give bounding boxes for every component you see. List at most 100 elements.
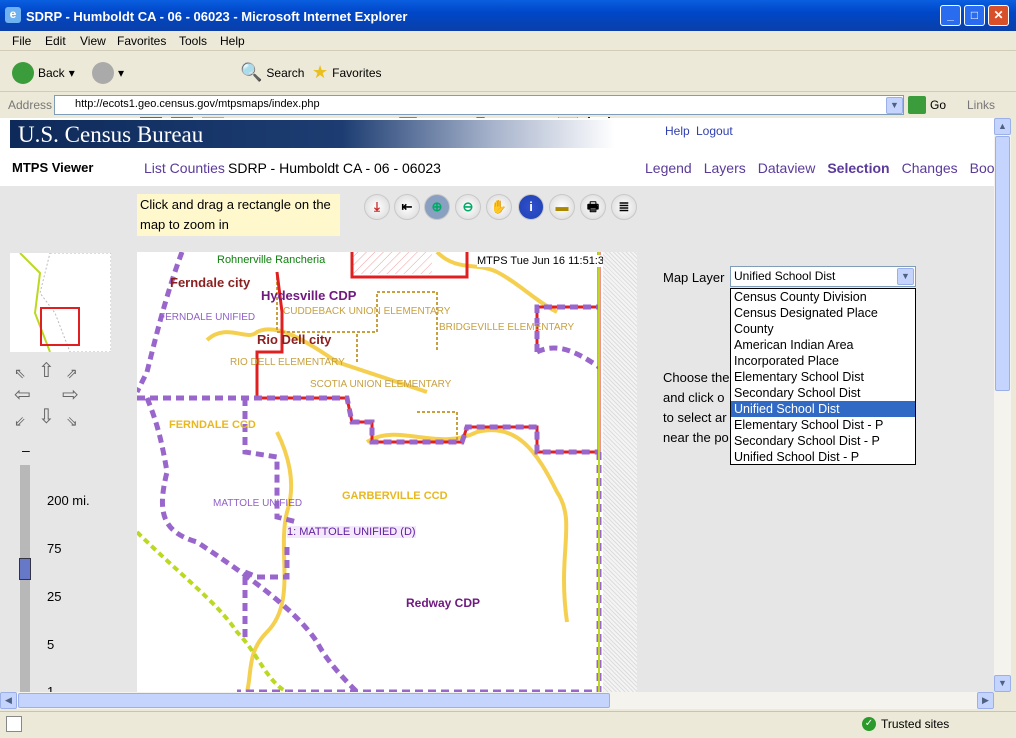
print-map-tool[interactable]: 🖶: [580, 194, 606, 220]
report-tool[interactable]: ≣: [611, 194, 637, 220]
option-county[interactable]: County: [731, 321, 915, 337]
menu-edit[interactable]: Edit: [45, 34, 66, 48]
map-timestamp: MTPS Tue Jun 16 11:51:34 2009: [477, 255, 603, 267]
map-label: CUDDEBACK UNION ELEMENTARY: [283, 306, 451, 317]
pan-southeast-icon[interactable]: ⇘: [66, 410, 78, 432]
option-unified-school-dist-p[interactable]: Unified School Dist - P: [731, 449, 915, 465]
location-title: SDRP - Humboldt CA - 06 - 06023: [228, 160, 441, 176]
option-elementary-school-dist-p[interactable]: Elementary School Dist - P: [731, 417, 915, 433]
menu-view[interactable]: View: [80, 34, 106, 48]
tab-layers[interactable]: Layers: [704, 160, 746, 176]
pan-east-icon[interactable]: ⇨: [62, 384, 79, 406]
instruction-line: near the po: [663, 430, 729, 445]
address-url: http://ecots1.geo.census.gov/mtpsmaps/in…: [75, 98, 320, 110]
forward-button[interactable]: ▾: [92, 62, 124, 84]
page-content: U.S. Census Bureau Help Logout MTPS View…: [0, 118, 994, 692]
pan-north-icon[interactable]: ⇧: [38, 360, 55, 382]
banner-title: U.S. Census Bureau: [18, 122, 204, 147]
vertical-scroll-thumb[interactable]: [995, 136, 1010, 391]
title-bar: SDRP - Humboldt CA - 06 - 06023 - Micros…: [0, 0, 1016, 31]
tab-bookmarks[interactable]: Bookn: [970, 160, 994, 176]
pan-southwest-icon[interactable]: ⇙: [14, 410, 26, 432]
pan-west-icon[interactable]: ⇦: [14, 384, 31, 406]
tab-changes[interactable]: Changes: [902, 160, 958, 176]
address-dropdown[interactable]: ▼: [886, 97, 903, 114]
option-census-county-division[interactable]: Census County Division: [731, 289, 915, 305]
pan-south-icon[interactable]: ⇩: [38, 406, 55, 428]
horizontal-scrollbar[interactable]: ◀ ▶: [0, 692, 994, 709]
back-button[interactable]: Back ▾: [12, 62, 75, 84]
favorites-button[interactable]: ★ Favorites: [312, 62, 382, 83]
hint-box: Click and drag a rectangle on the map to…: [137, 194, 340, 236]
chevron-down-icon[interactable]: ▼: [897, 268, 914, 285]
tab-legend[interactable]: Legend: [645, 160, 692, 176]
list-counties-link[interactable]: List Counties: [144, 160, 225, 176]
links-button[interactable]: Links: [967, 98, 995, 112]
check-icon: ✓: [862, 717, 876, 731]
overview-map[interactable]: [10, 253, 111, 352]
map-canvas[interactable]: Rohnerville Rancheria MTPS Tue Jun 16 11…: [137, 252, 603, 692]
scroll-right-button[interactable]: ▶: [977, 692, 994, 709]
scale-label: 5: [47, 637, 55, 652]
scale-label: 200 mi.: [47, 493, 90, 508]
address-bar: Address http://ecots1.geo.census.gov/mtp…: [0, 93, 1016, 117]
option-secondary-school-dist-p[interactable]: Secondary School Dist - P: [731, 433, 915, 449]
logout-link[interactable]: Logout: [696, 124, 733, 138]
menu-tools[interactable]: Tools: [179, 34, 207, 48]
tab-selection[interactable]: Selection: [827, 160, 889, 176]
horizontal-scroll-thumb[interactable]: [18, 693, 610, 708]
previous-extent-tool[interactable]: ⇤: [394, 194, 420, 220]
option-american-indian-area[interactable]: American Indian Area: [731, 337, 915, 353]
vertical-scrollbar[interactable]: ▲ ▼: [994, 118, 1011, 692]
census-banner: U.S. Census Bureau: [10, 120, 615, 148]
address-label: Address: [8, 98, 53, 112]
option-unified-school-dist[interactable]: Unified School Dist: [731, 401, 915, 417]
pan-hand-tool[interactable]: ✋: [486, 194, 512, 220]
info-tool[interactable]: i: [518, 194, 544, 220]
map-label: Ferndale city: [170, 275, 251, 290]
go-label: Go: [930, 98, 947, 112]
map-label: BRIDGEVILLE ELEMENTARY: [439, 322, 575, 333]
option-secondary-school-dist[interactable]: Secondary School Dist: [731, 385, 915, 401]
map-layer-select[interactable]: Unified School Dist ▼: [730, 266, 916, 287]
minimize-button[interactable]: _: [940, 5, 961, 26]
map-label: RIO DELL ELEMENTARY: [230, 357, 345, 368]
go-button[interactable]: Go: [908, 96, 946, 114]
zoom-out-scale-button[interactable]: –: [22, 442, 30, 458]
forward-arrow-icon: [92, 62, 114, 84]
option-incorporated-place[interactable]: Incorporated Place: [731, 353, 915, 369]
window-title: SDRP - Humboldt CA - 06 - 06023 - Micros…: [26, 9, 408, 24]
help-link[interactable]: Help: [665, 124, 690, 138]
zoom-full-extent-tool[interactable]: ⤓: [364, 194, 390, 220]
pan-northeast-icon[interactable]: ⇗: [66, 362, 78, 384]
menu-favorites[interactable]: Favorites: [117, 34, 166, 48]
scale-label: 75: [47, 541, 62, 556]
zoom-in-tool[interactable]: ⊕: [424, 194, 450, 220]
search-icon: 🔍: [240, 62, 263, 82]
map-label: Hydesville CDP: [261, 288, 357, 303]
close-button[interactable]: ✕: [988, 5, 1009, 26]
map-layer-label: Map Layer: [663, 270, 725, 285]
maximize-button[interactable]: □: [964, 5, 985, 26]
map-label: Rio Dell city: [257, 332, 332, 347]
instruction-line: Choose the: [663, 370, 730, 385]
option-census-designated-place[interactable]: Census Designated Place: [731, 305, 915, 321]
map-label: MATTOLE UNIFIED: [213, 498, 303, 509]
page-icon: [6, 716, 22, 732]
scroll-left-button[interactable]: ◀: [0, 692, 17, 709]
scroll-down-button[interactable]: ▼: [994, 675, 1011, 692]
measure-tool[interactable]: ▬: [549, 194, 575, 220]
menu-bar: File Edit View Favorites Tools Help: [0, 31, 1016, 51]
pan-northwest-icon[interactable]: ⇖: [14, 362, 26, 384]
tab-dataview[interactable]: Dataview: [758, 160, 816, 176]
zoom-slider-thumb[interactable]: [19, 558, 31, 580]
address-input[interactable]: http://ecots1.geo.census.gov/mtpsmaps/in…: [54, 95, 904, 115]
favorites-label: Favorites: [332, 65, 382, 80]
menu-help[interactable]: Help: [220, 34, 245, 48]
option-elementary-school-dist[interactable]: Elementary School Dist: [731, 369, 915, 385]
map-label: GARBERVILLE CCD: [342, 490, 448, 502]
search-button[interactable]: 🔍 Search: [240, 62, 304, 83]
zoom-out-tool[interactable]: ⊖: [455, 194, 481, 220]
scroll-up-button[interactable]: ▲: [994, 118, 1011, 135]
menu-file[interactable]: File: [12, 34, 31, 48]
